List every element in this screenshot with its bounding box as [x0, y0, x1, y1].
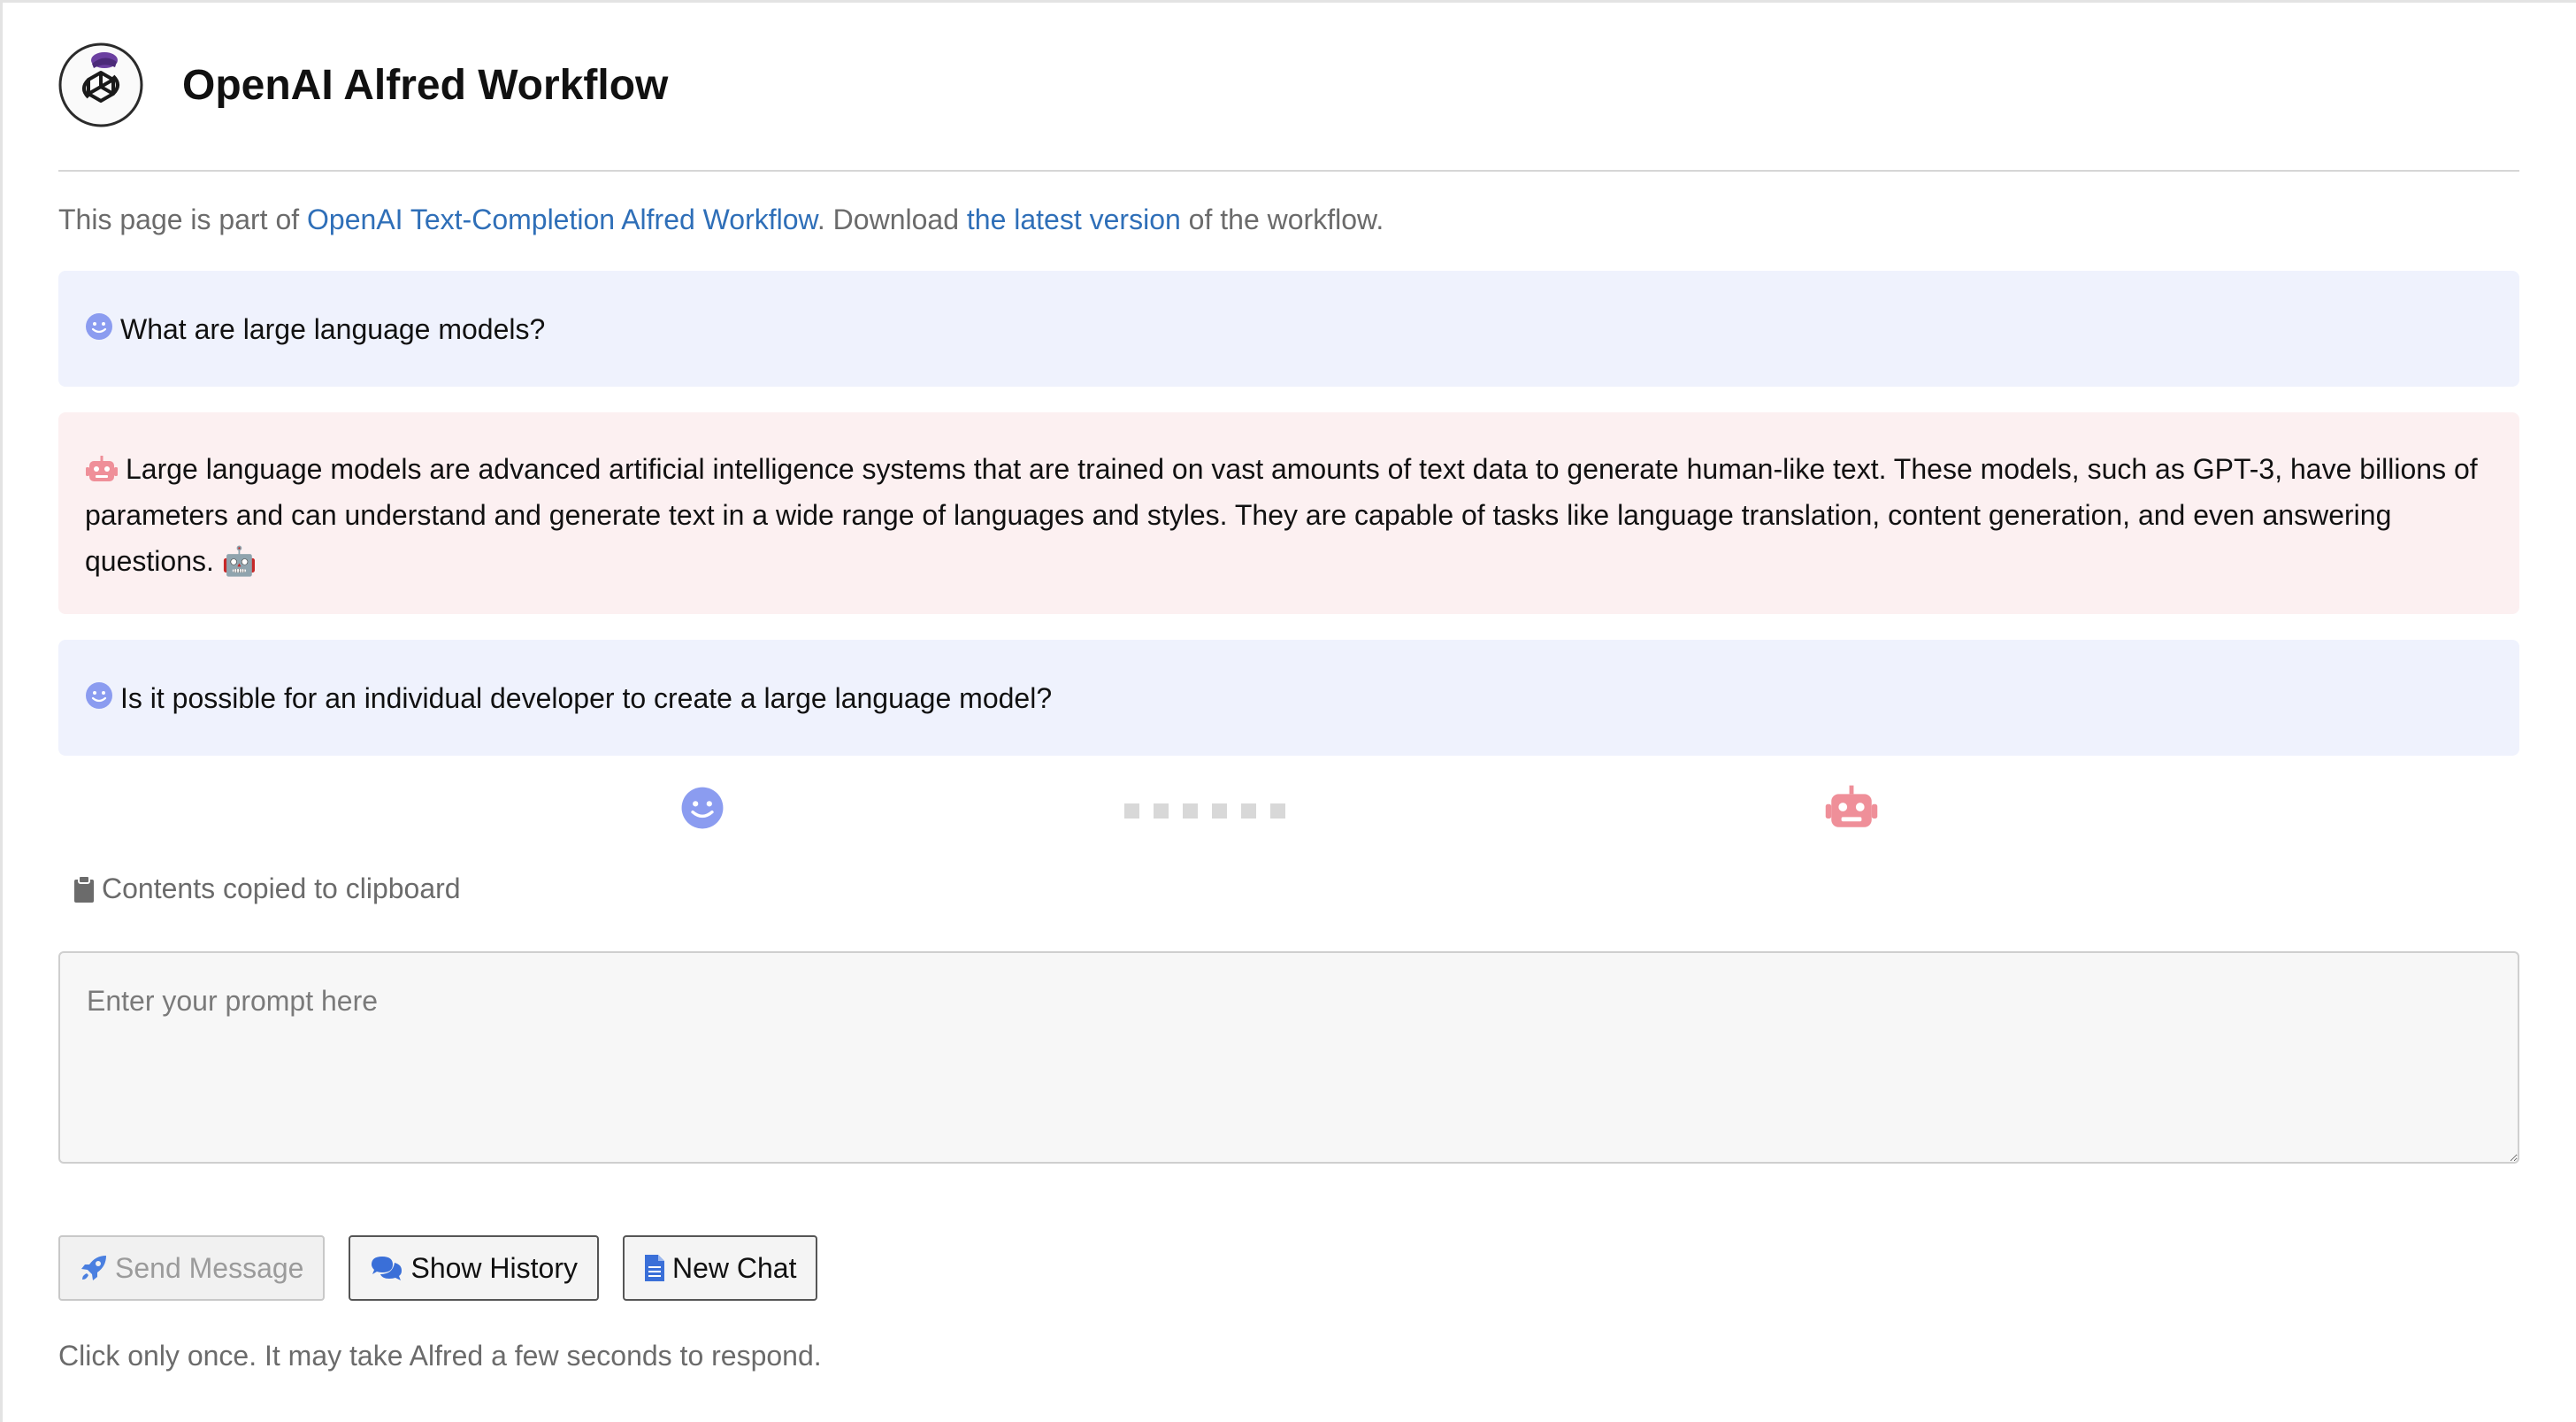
- page-header: OpenAI Alfred Workflow: [58, 0, 2519, 172]
- page-content: OpenAI Alfred Workflow This page is part…: [58, 0, 2519, 1372]
- intro-suffix: of the workflow.: [1180, 204, 1384, 235]
- loading-dot: [1154, 803, 1169, 819]
- clipboard-status: Contents copied to clipboard: [73, 872, 2519, 905]
- workflow-link[interactable]: OpenAI Text-Completion Alfred Workflow: [307, 204, 817, 235]
- loading-dot: [1270, 803, 1285, 819]
- openai-alfred-logo: [58, 42, 143, 127]
- rocket-icon: [81, 1256, 106, 1280]
- comments-icon: [372, 1257, 402, 1280]
- clipboard-text: Contents copied to clipboard: [102, 872, 461, 904]
- smile-icon: [86, 312, 112, 340]
- loading-dot: [1241, 803, 1256, 819]
- loading-dot: [1124, 803, 1139, 819]
- new-chat-button[interactable]: New Chat: [622, 1235, 818, 1301]
- show-history-label: Show History: [410, 1251, 578, 1284]
- latest-version-link[interactable]: the latest version: [967, 204, 1181, 235]
- loading-dots: [1124, 803, 1285, 819]
- file-icon: [644, 1255, 664, 1281]
- assistant-message: Large language models are advanced artif…: [58, 412, 2519, 614]
- intro-text: This page is part of OpenAI Text-Complet…: [58, 202, 2519, 237]
- typing-indicator: [58, 756, 2519, 862]
- message-text: Large language models are advanced artif…: [85, 453, 2478, 577]
- robot-icon: [1825, 785, 1878, 827]
- message-text: What are large language models?: [120, 312, 546, 345]
- smile-icon: [86, 681, 112, 709]
- footer-note: Click only once. It may take Alfred a fe…: [58, 1340, 822, 1372]
- prompt-input[interactable]: [58, 951, 2519, 1164]
- send-message-button[interactable]: Send Message: [58, 1235, 326, 1301]
- new-chat-label: New Chat: [671, 1251, 797, 1284]
- send-message-label: Send Message: [115, 1251, 304, 1284]
- clipboard-icon: [74, 874, 94, 903]
- message-text: Is it possible for an individual develop…: [120, 681, 1053, 714]
- loading-dot: [1183, 803, 1198, 819]
- smile-icon: [681, 787, 724, 829]
- user-message: What are large language models?: [58, 271, 2519, 387]
- intro-prefix: This page is part of: [58, 204, 308, 235]
- intro-middle: . Download: [816, 204, 967, 235]
- loading-dot: [1212, 803, 1227, 819]
- show-history-button[interactable]: Show History: [349, 1235, 599, 1301]
- robot-icon: [86, 455, 118, 481]
- action-buttons: Send Message Show History New Chat: [58, 1235, 2519, 1301]
- robot-emoji: 🤖: [221, 545, 257, 577]
- page-title: OpenAI Alfred Workflow: [182, 61, 669, 109]
- user-message: Is it possible for an individual develop…: [58, 640, 2519, 756]
